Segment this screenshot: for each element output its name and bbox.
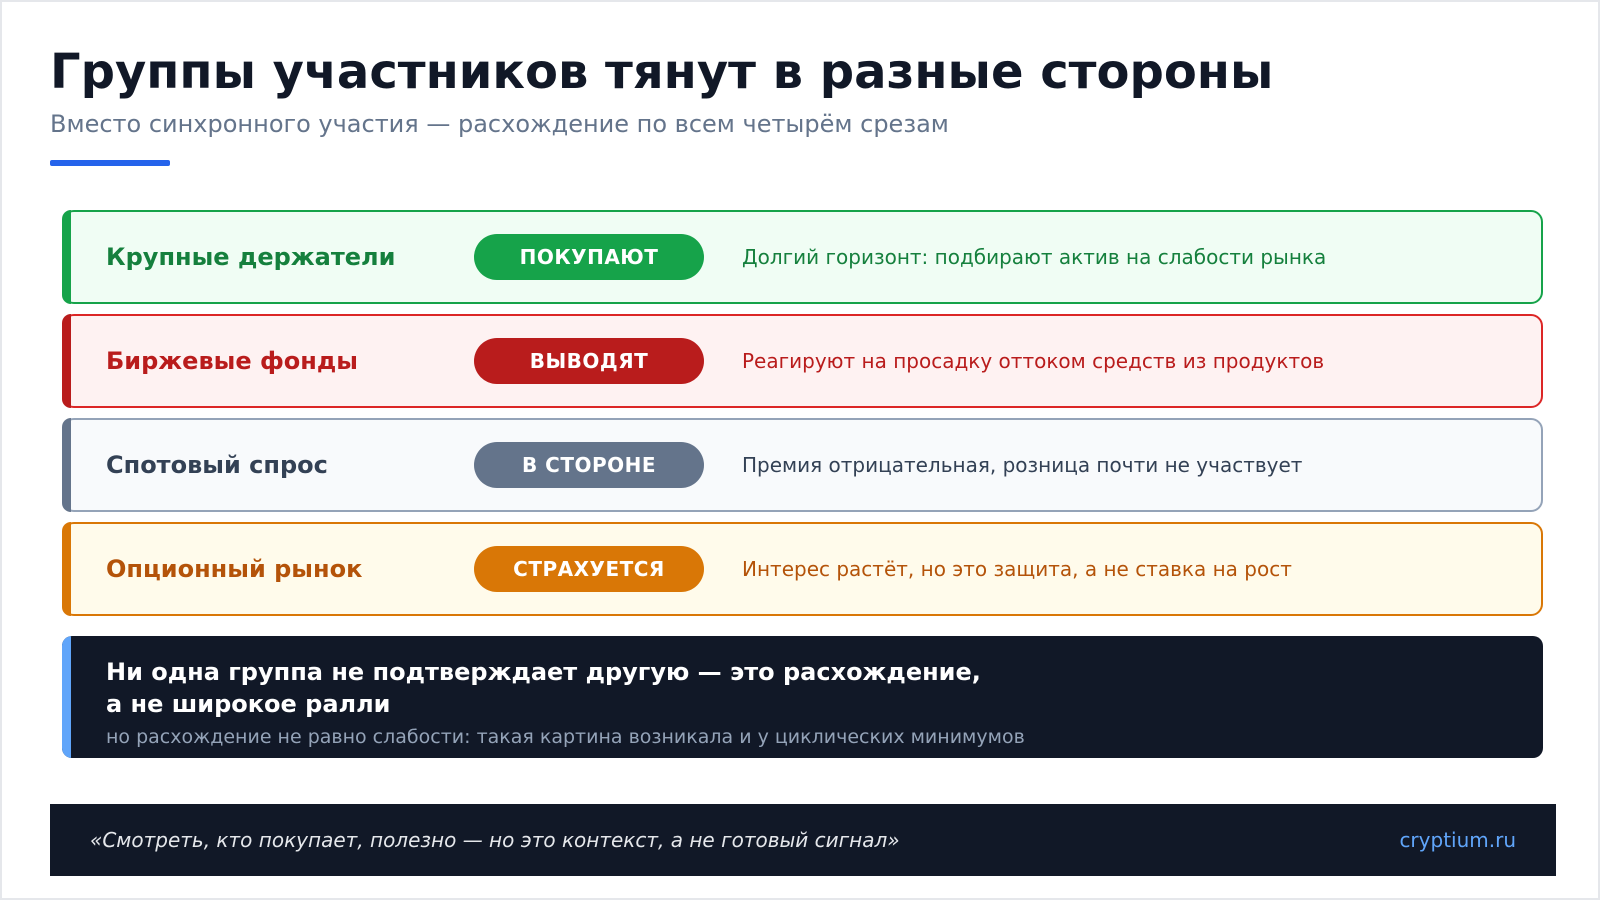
- row-accent-stripe: [62, 314, 71, 408]
- group-description: Реагируют на просадку оттоком средств из…: [742, 349, 1325, 373]
- group-description: Премия отрицательная, розница почти не у…: [742, 453, 1303, 477]
- status-badge: СТРАХУЕТСЯ: [474, 546, 704, 592]
- status-badge: ПОКУПАЮТ: [474, 234, 704, 280]
- participant-groups-list: Крупные держатели ПОКУПАЮТ Долгий горизо…: [62, 210, 1543, 626]
- brand-link[interactable]: cryptium.ru: [1399, 804, 1516, 876]
- conclusion-main-text: Ни одна группа не подтверждает другую — …: [106, 658, 981, 718]
- page-title: Группы участников тянут в разные стороны: [50, 44, 1274, 100]
- conclusion-note: но расхождение не равно слабости: такая …: [106, 726, 1025, 748]
- status-badge: ВЫВОДЯТ: [474, 338, 704, 384]
- page-subtitle: Вместо синхронного участия — расхождение…: [50, 110, 949, 138]
- group-name: Опционный рынок: [106, 555, 363, 583]
- conclusion-panel: Ни одна группа не подтверждает другую — …: [62, 636, 1543, 758]
- participant-row-spot-demand: Спотовый спрос В СТОРОНЕ Премия отрицате…: [62, 418, 1543, 512]
- slide: Группы участников тянут в разные стороны…: [0, 0, 1600, 900]
- conclusion-accent-stripe: [62, 636, 71, 758]
- row-accent-stripe: [62, 522, 71, 616]
- group-name: Биржевые фонды: [106, 347, 358, 375]
- footer-bar: «Смотреть, кто покупает, полезно — но эт…: [50, 804, 1556, 876]
- row-accent-stripe: [62, 210, 71, 304]
- footer-quote: «Смотреть, кто покупает, полезно — но эт…: [90, 828, 900, 852]
- title-accent-bar: [50, 160, 170, 166]
- group-name: Крупные держатели: [106, 243, 396, 271]
- group-description: Интерес растёт, но это защита, а не став…: [742, 557, 1292, 581]
- participant-row-etf: Биржевые фонды ВЫВОДЯТ Реагируют на прос…: [62, 314, 1543, 408]
- participant-row-options-market: Опционный рынок СТРАХУЕТСЯ Интерес растё…: [62, 522, 1543, 616]
- row-accent-stripe: [62, 418, 71, 512]
- group-description: Долгий горизонт: подбирают актив на слаб…: [742, 245, 1327, 269]
- group-name: Спотовый спрос: [106, 451, 328, 479]
- status-badge: В СТОРОНЕ: [474, 442, 704, 488]
- participant-row-large-holders: Крупные держатели ПОКУПАЮТ Долгий горизо…: [62, 210, 1543, 304]
